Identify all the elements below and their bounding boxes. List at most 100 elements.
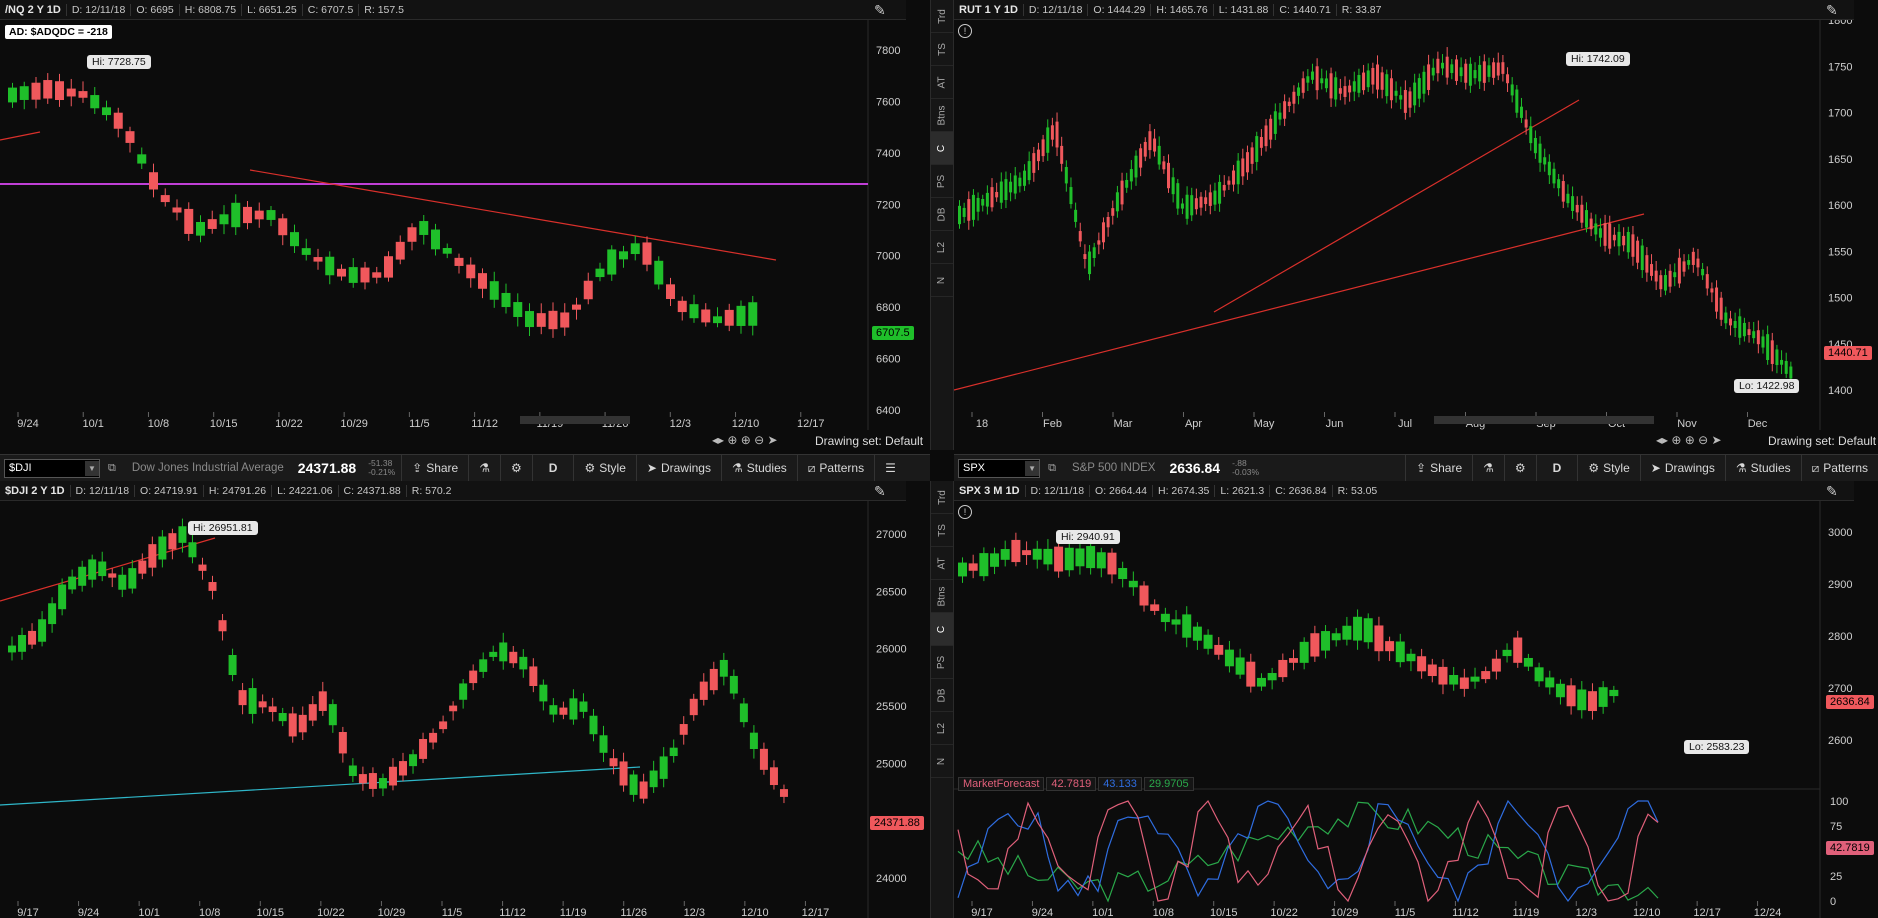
symbol-label: /NQ 2 Y 1D [5,3,61,16]
patterns-button[interactable]: ⧄ Patterns [796,455,874,481]
candle-body [1203,634,1213,649]
rut-price-chart[interactable]: 18001750170016501600155015001450140018 Fe… [954,20,1878,430]
y-tick-label: 7200 [876,199,900,211]
side-tab-l2[interactable]: L2 [931,231,953,264]
link-icon[interactable]: ⧉ [100,462,124,475]
drawings-button[interactable]: ➤ Drawings [635,455,721,481]
candle-body [1222,184,1226,191]
candle-body [1395,641,1405,663]
flask-button[interactable]: ⚗ [1472,455,1504,481]
side-tab-c[interactable]: C [931,613,953,646]
candle-body [160,195,170,203]
drawings-button[interactable]: ➤ Drawings [1639,455,1725,481]
candle-body [108,573,117,578]
candle-body [1269,118,1273,140]
pen-icon[interactable]: ✎ [874,483,886,500]
settings-button[interactable]: ⚙ [500,455,532,481]
style-button[interactable]: ⚙ Style [1577,455,1639,481]
side-tab-n[interactable]: N [931,264,953,297]
pen-icon[interactable]: ✎ [1826,2,1838,19]
side-tab-ts[interactable]: TS [931,33,953,66]
side-tab-ps[interactable]: PS [931,646,953,679]
candle-body [1555,683,1565,698]
studies-button[interactable]: ⚗ Studies [1724,455,1801,481]
nq-price-chart[interactable]: 7800 7600 7400 7200 7000 6800 6600 6400 9/24 10/1… [0,20,930,430]
x-tick-label: 11/12 [1452,907,1479,918]
candle-body [1687,260,1691,265]
menu-icon[interactable]: ☰ [874,455,906,481]
side-tab-btns[interactable]: Btns [931,99,953,132]
candle-body [1185,194,1189,219]
candle-body [372,272,382,278]
candle-body [1502,649,1512,657]
settings-button[interactable]: ⚙ [1503,455,1536,481]
symbol-description: S&P 500 INDEX [1071,462,1156,474]
candle-body [1292,91,1296,104]
side-tab-trd[interactable]: Trd [931,481,953,514]
pen-icon[interactable]: ✎ [1826,483,1838,500]
spx-price-chart[interactable]: 3000 2900 2800 2700 2600 9/17 9/24 10/1 10/8 10/1… [954,501,1878,918]
chevron-down-icon[interactable]: ▼ [1025,460,1040,476]
x-tick-label: 11/12 [499,907,526,918]
side-tab-n[interactable]: N [931,745,953,778]
x-tick-label: 10/1 [138,907,159,918]
candle-body [429,732,438,743]
chart-nav-controls[interactable]: ◂▸ ⊕ ⊕ ⊖ ➤ [712,433,778,447]
candle-body [1046,127,1050,153]
side-tab-btns[interactable]: Btns [931,580,953,613]
share-button[interactable]: ⇪ Share [1405,455,1472,481]
side-tab-trd[interactable]: Trd [931,0,953,33]
chart-nav-controls[interactable]: ◂▸ ⊕ ⊕ ⊖ ➤ [1656,433,1722,447]
candle-body [1329,73,1333,99]
candle-body [1160,613,1170,623]
side-tab-db[interactable]: DB [931,198,953,231]
side-tab-db[interactable]: DB [931,679,953,712]
candle-body [1022,550,1032,556]
x-tick-label: 10/29 [1331,907,1359,918]
side-tab-ts[interactable]: TS [931,514,953,547]
side-tab-ps[interactable]: PS [931,165,953,198]
candle-body [1752,331,1756,339]
candle-body [1064,167,1068,184]
candle-body [619,251,628,260]
candle-body [1075,548,1085,567]
candle-body [1533,137,1537,154]
alert-icon[interactable]: ! [958,505,972,519]
side-tab-label: DB [936,207,948,221]
link-icon[interactable]: ⧉ [1040,462,1064,475]
candle-body [388,766,397,786]
style-button[interactable]: ⚙ Style [573,455,635,481]
candle-body [1096,552,1106,569]
side-tab-at[interactable]: AT [931,547,953,580]
side-tab-l2[interactable]: L2 [931,712,953,745]
x-tick-label: 10/8 [199,907,220,918]
side-tab-c[interactable]: C [931,132,953,165]
symbol-input[interactable]: $DJI ▼ [4,458,100,478]
chevron-down-icon[interactable]: ▼ [85,460,99,476]
candle-body [519,656,528,670]
pen-icon[interactable]: ✎ [874,2,886,19]
study-tick-label: 0 [1830,896,1836,908]
candle-body [1524,119,1528,128]
candle-body [1150,604,1160,611]
candle-body [1128,580,1138,588]
candle-body [1289,658,1298,663]
patterns-button[interactable]: ⧄ Patterns [1800,455,1878,481]
period-button[interactable]: D [531,455,574,481]
x-tick-label: 10/22 [275,418,303,430]
share-button[interactable]: ⇪ Share [401,455,468,481]
candle-body [1496,62,1500,76]
flask-button[interactable]: ⚗ [468,455,500,481]
side-tab-at[interactable]: AT [931,66,953,99]
study-name[interactable]: MarketForecast [958,777,1045,791]
symbol-input[interactable]: SPX ▼ [958,458,1041,478]
candle-body [1589,218,1593,230]
candle-body [1385,641,1395,652]
dji-price-chart[interactable]: 270002650026000255002500024500240009/179… [0,501,930,918]
price-badge: 2636.84 [1826,695,1874,709]
candle-body [958,205,961,225]
alert-icon[interactable]: ! [958,24,972,38]
studies-button[interactable]: ⚗ Studies [720,455,797,481]
candle-body [1780,359,1784,365]
period-button[interactable]: D [1535,455,1578,481]
